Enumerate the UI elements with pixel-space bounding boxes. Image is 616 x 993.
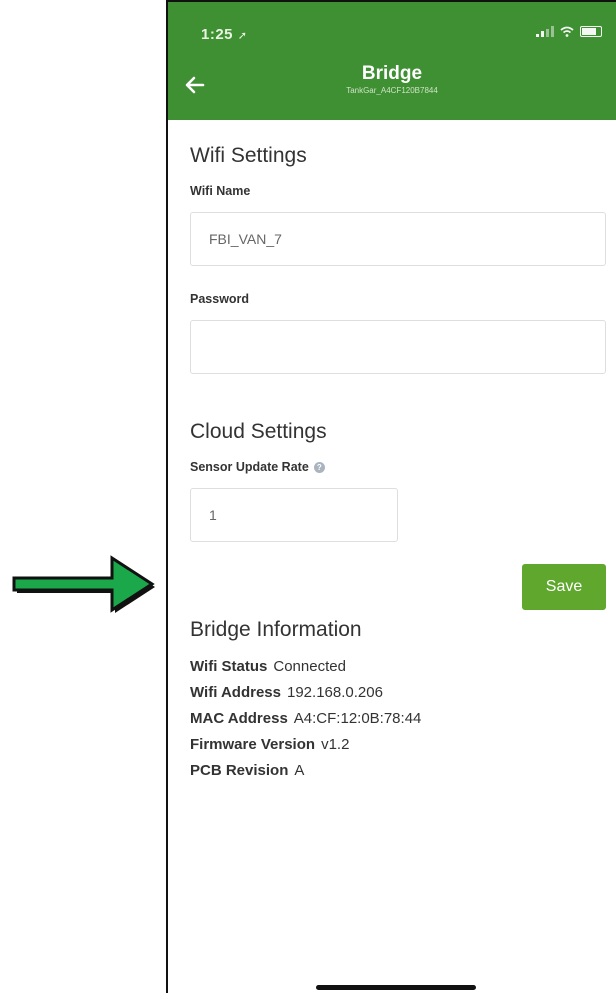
sensor-update-rate-input[interactable]: 1 bbox=[190, 488, 398, 542]
info-row-wifi-status: Wifi Status Connected bbox=[190, 658, 346, 675]
wifi-name-input[interactable]: FBI_VAN_7 bbox=[190, 212, 606, 266]
help-icon[interactable]: ? bbox=[313, 462, 325, 474]
password-label: Password bbox=[190, 292, 250, 306]
info-key: Wifi Address bbox=[190, 684, 281, 701]
phone-screen: 1:25 ➚ Bridge TankGar_A4CF120B7844 Wifi … bbox=[166, 0, 616, 993]
sensor-update-rate-label: Sensor Update Rate? bbox=[190, 460, 325, 474]
wifi-settings-heading: Wifi Settings bbox=[190, 144, 307, 167]
info-row-mac-address: MAC Address A4:CF:12:0B:78:44 bbox=[190, 710, 421, 727]
info-key: Wifi Status bbox=[190, 658, 268, 675]
info-key: MAC Address bbox=[190, 710, 288, 727]
cloud-settings-heading: Cloud Settings bbox=[190, 420, 327, 443]
password-input[interactable] bbox=[190, 320, 606, 374]
info-value: 192.168.0.206 bbox=[287, 684, 383, 701]
status-icons bbox=[536, 26, 602, 37]
info-value: Connected bbox=[273, 658, 346, 675]
info-row-wifi-address: Wifi Address 192.168.0.206 bbox=[190, 684, 383, 701]
info-row-firmware-version: Firmware Version v1.2 bbox=[190, 736, 349, 753]
bridge-information-heading: Bridge Information bbox=[190, 618, 362, 641]
sensor-update-rate-value: 1 bbox=[209, 507, 217, 523]
save-button[interactable]: Save bbox=[522, 564, 606, 610]
sensor-update-rate-label-text: Sensor Update Rate bbox=[190, 460, 309, 474]
page-title: Bridge bbox=[361, 63, 423, 84]
status-time-text: 1:25 bbox=[201, 26, 234, 43]
info-key: PCB Revision bbox=[190, 762, 289, 779]
wifi-icon bbox=[560, 26, 574, 37]
home-indicator[interactable] bbox=[316, 985, 476, 990]
wifi-name-value: FBI_VAN_7 bbox=[209, 231, 282, 247]
annotation-arrow-icon bbox=[12, 555, 155, 613]
battery-icon bbox=[580, 26, 602, 37]
info-value: A4:CF:12:0B:78:44 bbox=[293, 710, 422, 727]
info-key: Firmware Version bbox=[190, 736, 316, 753]
location-arrow-icon: ➚ bbox=[237, 30, 248, 42]
app-header: 1:25 ➚ Bridge TankGar_A4CF120B7844 bbox=[168, 2, 616, 120]
device-id-subtitle: TankGar_A4CF120B7844 bbox=[346, 86, 438, 95]
info-value: A bbox=[294, 762, 305, 779]
info-row-pcb-revision: PCB Revision A bbox=[190, 762, 304, 779]
header-title-group: Bridge TankGar_A4CF120B7844 bbox=[168, 63, 616, 95]
cellular-signal-icon bbox=[536, 26, 554, 37]
status-time: 1:25 ➚ bbox=[201, 26, 247, 43]
info-value: v1.2 bbox=[321, 736, 350, 753]
wifi-name-label: Wifi Name bbox=[190, 184, 251, 198]
